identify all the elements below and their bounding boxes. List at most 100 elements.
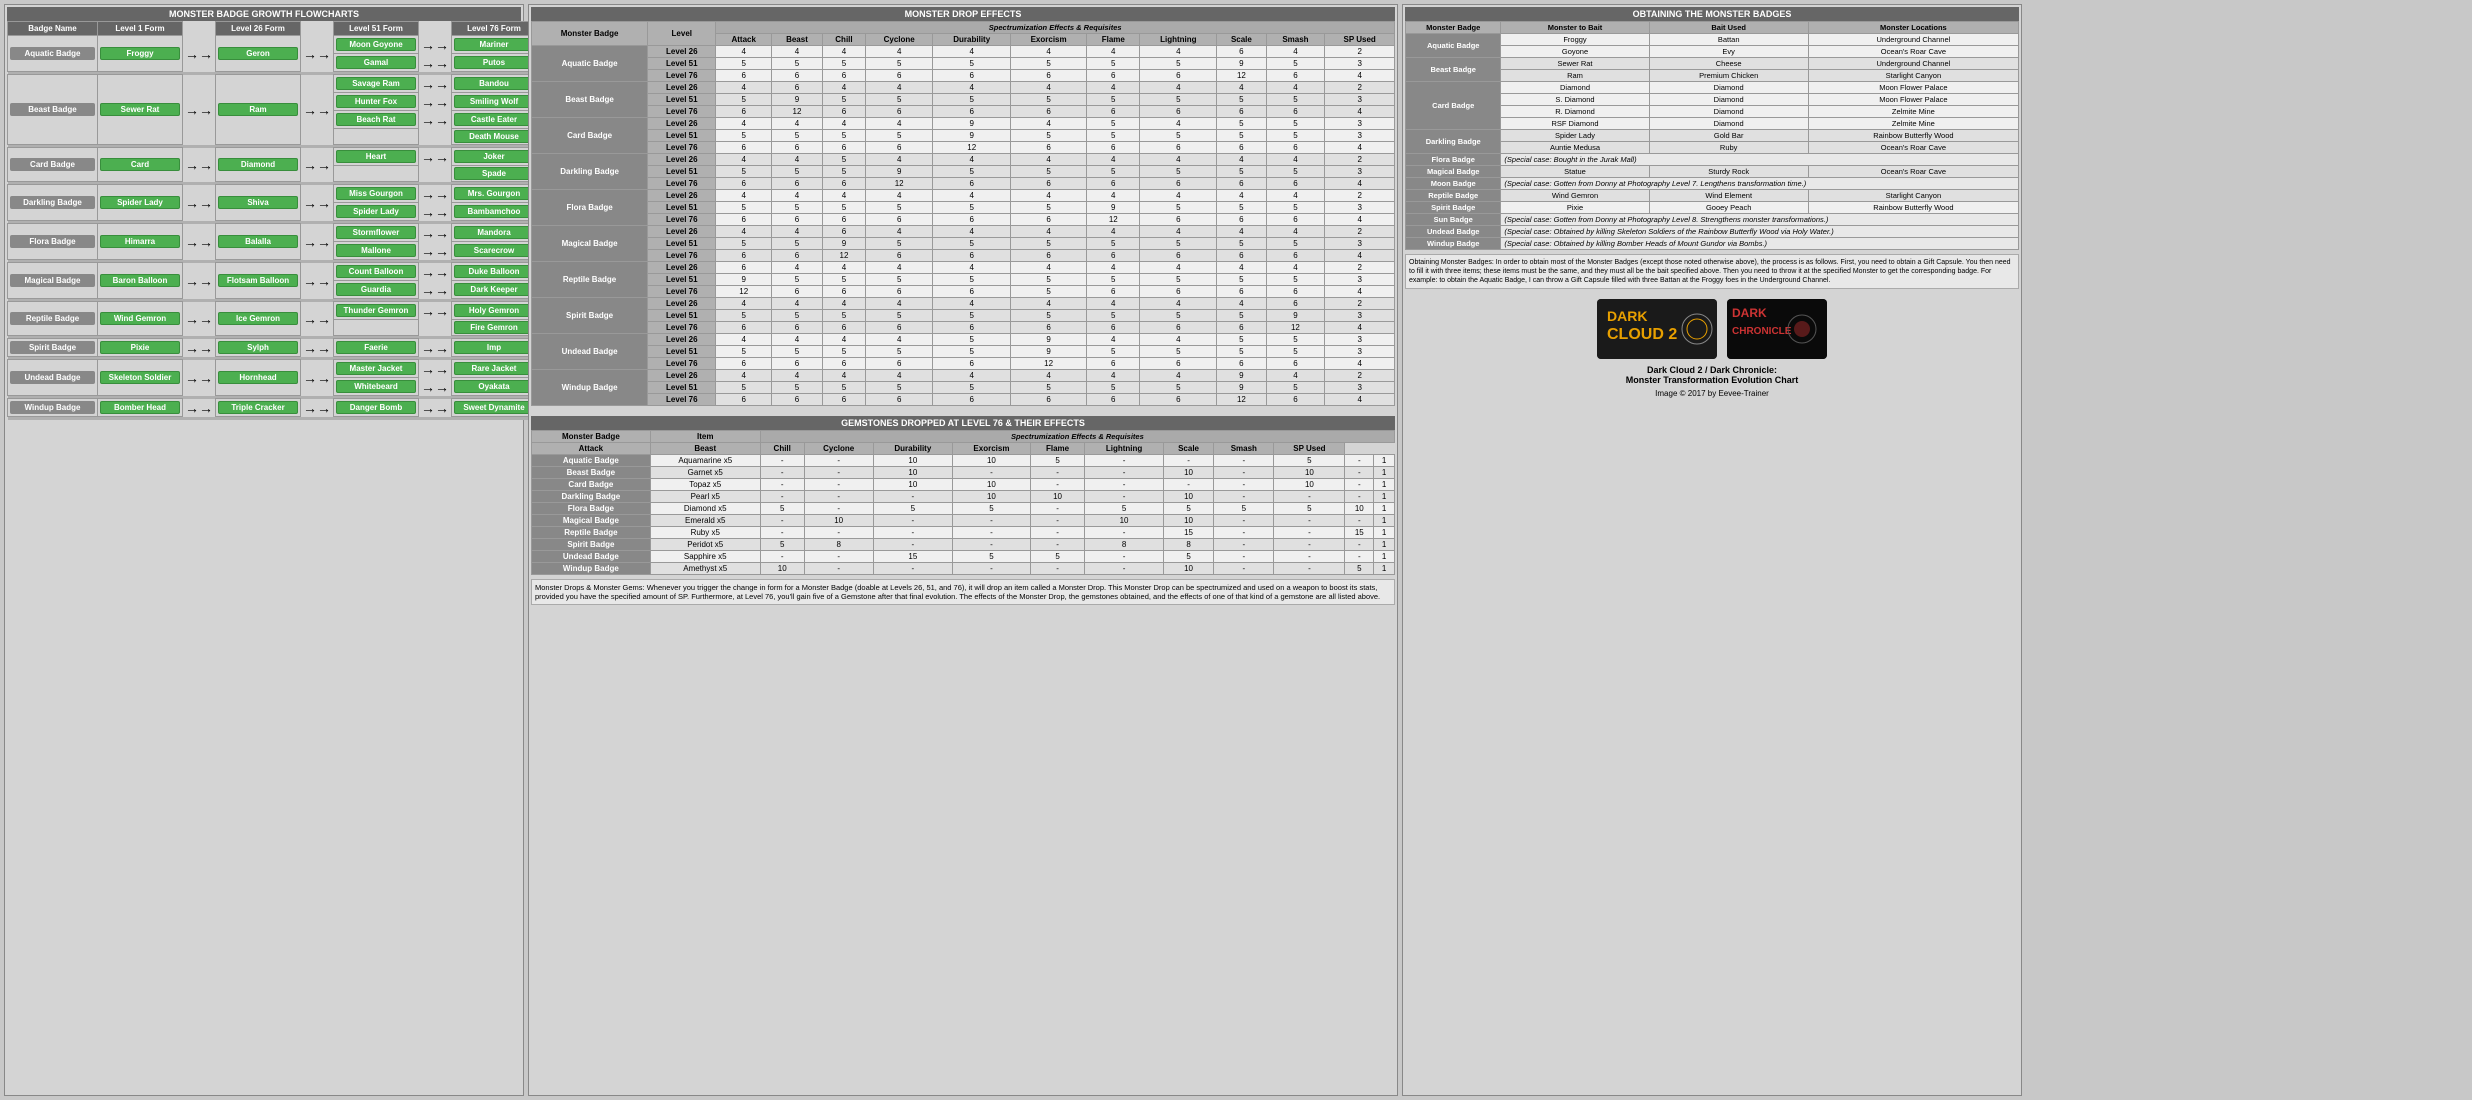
drop-value-cell: 5 (865, 94, 932, 106)
ob-entry-cell: Ruby (1649, 142, 1808, 154)
drop-level-cell: Level 26 (648, 298, 716, 310)
drop-value-cell: 6 (772, 178, 823, 190)
drop-value-cell: 6 (716, 262, 772, 274)
arrow-1: →→ (183, 36, 216, 72)
drop-value-cell: 6 (1266, 394, 1325, 406)
drop-value-cell: 5 (1140, 130, 1217, 142)
drop-value-cell: 4 (865, 82, 932, 94)
flowchart-row: Card BadgeCard→→Diamond→→Heart→→Joker (8, 148, 537, 166)
drop-row: Beast BadgeLevel 2646444444442 (532, 82, 1395, 94)
drop-value-cell: 6 (822, 70, 865, 82)
ob-entry-cell: Cheese (1649, 58, 1808, 70)
drop-value-cell: 4 (1140, 154, 1217, 166)
gem-value-cell: - (1345, 479, 1374, 491)
col-smash: Smash (1266, 34, 1325, 46)
gem-value-cell: - (873, 491, 952, 503)
arrow-3: →→ (419, 263, 452, 281)
gem-value-cell: 1 (1374, 563, 1395, 575)
drop-row: Level 76666666666124 (532, 322, 1395, 334)
level26-cell: Ram (216, 75, 301, 145)
gem-value-cell: 10 (873, 479, 952, 491)
drop-value-cell: 5 (772, 166, 823, 178)
drop-value-cell: 6 (1140, 394, 1217, 406)
arrow-3: →→ (419, 339, 452, 357)
level76-cell: Bandou (452, 75, 537, 93)
drop-value-cell: 5 (933, 310, 1011, 322)
gem-value-cell: 15 (873, 551, 952, 563)
gem-value-cell: 5 (1214, 503, 1274, 515)
arrow-3: →→ (419, 75, 452, 93)
drop-value-cell: 4 (865, 190, 932, 202)
level76-cell: Bambamchoo (452, 203, 537, 221)
drop-value-cell: 6 (1217, 358, 1266, 370)
drop-value-cell: 6 (822, 286, 865, 298)
gem-col-exorcism: Exorcism (953, 443, 1031, 455)
arrow-3: →→ (419, 302, 452, 320)
drop-value-cell: 6 (1217, 250, 1266, 262)
gem-value-cell: - (760, 467, 804, 479)
drop-value-cell: 6 (1087, 358, 1140, 370)
arrow-3: →→ (419, 54, 452, 72)
drop-value-cell: 5 (1217, 310, 1266, 322)
drop-value-cell: 5 (1087, 238, 1140, 250)
drop-level-cell: Level 51 (648, 238, 716, 250)
gem-value-cell: 5 (1030, 455, 1084, 467)
ob-entry-cell: RSF Diamond (1501, 118, 1649, 130)
drop-value-cell: 12 (1217, 394, 1266, 406)
ob-special-cell: (Special case: Gotten from Donny at Phot… (1501, 214, 2019, 226)
ob-entry-cell: Diamond (1501, 82, 1649, 94)
arrow-3 (419, 166, 452, 182)
gem-badge-cell: Beast Badge (532, 467, 651, 479)
gem-value-cell: 1 (1374, 527, 1395, 539)
drop-value-cell: 4 (1266, 46, 1325, 58)
drop-value-cell: 6 (865, 214, 932, 226)
drop-level-cell: Level 26 (648, 82, 716, 94)
ob-entry-cell: Diamond (1649, 118, 1808, 130)
ob-col-badge: Monster Badge (1406, 22, 1501, 34)
ob-badge-cell: Card Badge (1406, 82, 1501, 130)
ob-row: Flora Badge(Special case: Bought in the … (1406, 154, 2019, 166)
gem-col-chill: Chill (760, 443, 804, 455)
drop-row: Spirit BadgeLevel 2644444444462 (532, 298, 1395, 310)
gem-value-cell: Emerald x5 (650, 515, 760, 527)
col-cyclone: Cyclone (865, 34, 932, 46)
col-chill: Chill (822, 34, 865, 46)
drop-value-cell: 5 (1011, 382, 1087, 394)
gem-value-cell: - (804, 467, 873, 479)
gem-badge-cell: Undead Badge (532, 551, 651, 563)
ob-entry-cell: Starlight Canyon (1808, 70, 2018, 82)
drop-value-cell: 4 (772, 226, 823, 238)
badge-name-cell: Aquatic Badge (8, 36, 98, 72)
ob-entry-cell: Gooey Peach (1649, 202, 1808, 214)
drop-value-cell: 5 (1266, 382, 1325, 394)
gem-value-cell: 1 (1374, 539, 1395, 551)
drop-value-cell: 4 (772, 334, 823, 346)
drop-value-cell: 6 (1266, 298, 1325, 310)
drop-value-cell: 5 (865, 58, 932, 70)
drop-row: Level 76126666566664 (532, 286, 1395, 298)
drop-value-cell: 3 (1325, 334, 1395, 346)
drop-value-cell: 5 (716, 202, 772, 214)
ob-entry-cell: Ocean's Roar Cave (1808, 166, 2018, 178)
drop-value-cell: 4 (1011, 82, 1087, 94)
drop-level-cell: Level 26 (648, 370, 716, 382)
drop-value-cell: 4 (1140, 226, 1217, 238)
gem-value-cell: 10 (760, 563, 804, 575)
level51-cell: Stormflower (334, 224, 419, 242)
drop-value-cell: 5 (1087, 58, 1140, 70)
drop-value-cell: 4 (933, 82, 1011, 94)
ob-entry-cell: Sturdy Rock (1649, 166, 1808, 178)
drop-value-cell: 5 (1266, 274, 1325, 286)
drop-value-cell: 2 (1325, 226, 1395, 238)
badge-name-cell: Reptile Badge (8, 302, 98, 336)
flowchart-row: Darkling BadgeSpider Lady→→Shiva→→Miss G… (8, 185, 537, 203)
gem-badge-cell: Reptile Badge (532, 527, 651, 539)
gemstones-title: GEMSTONES DROPPED AT LEVEL 76 & THEIR EF… (531, 416, 1395, 430)
drop-value-cell: 6 (865, 322, 932, 334)
gem-value-cell: 8 (804, 539, 873, 551)
drop-row: Level 76666666661264 (532, 394, 1395, 406)
gem-value-cell: 10 (1030, 491, 1084, 503)
drop-value-cell: 6 (1087, 70, 1140, 82)
drop-level-cell: Level 51 (648, 310, 716, 322)
badge-name-cell: Card Badge (8, 148, 98, 182)
